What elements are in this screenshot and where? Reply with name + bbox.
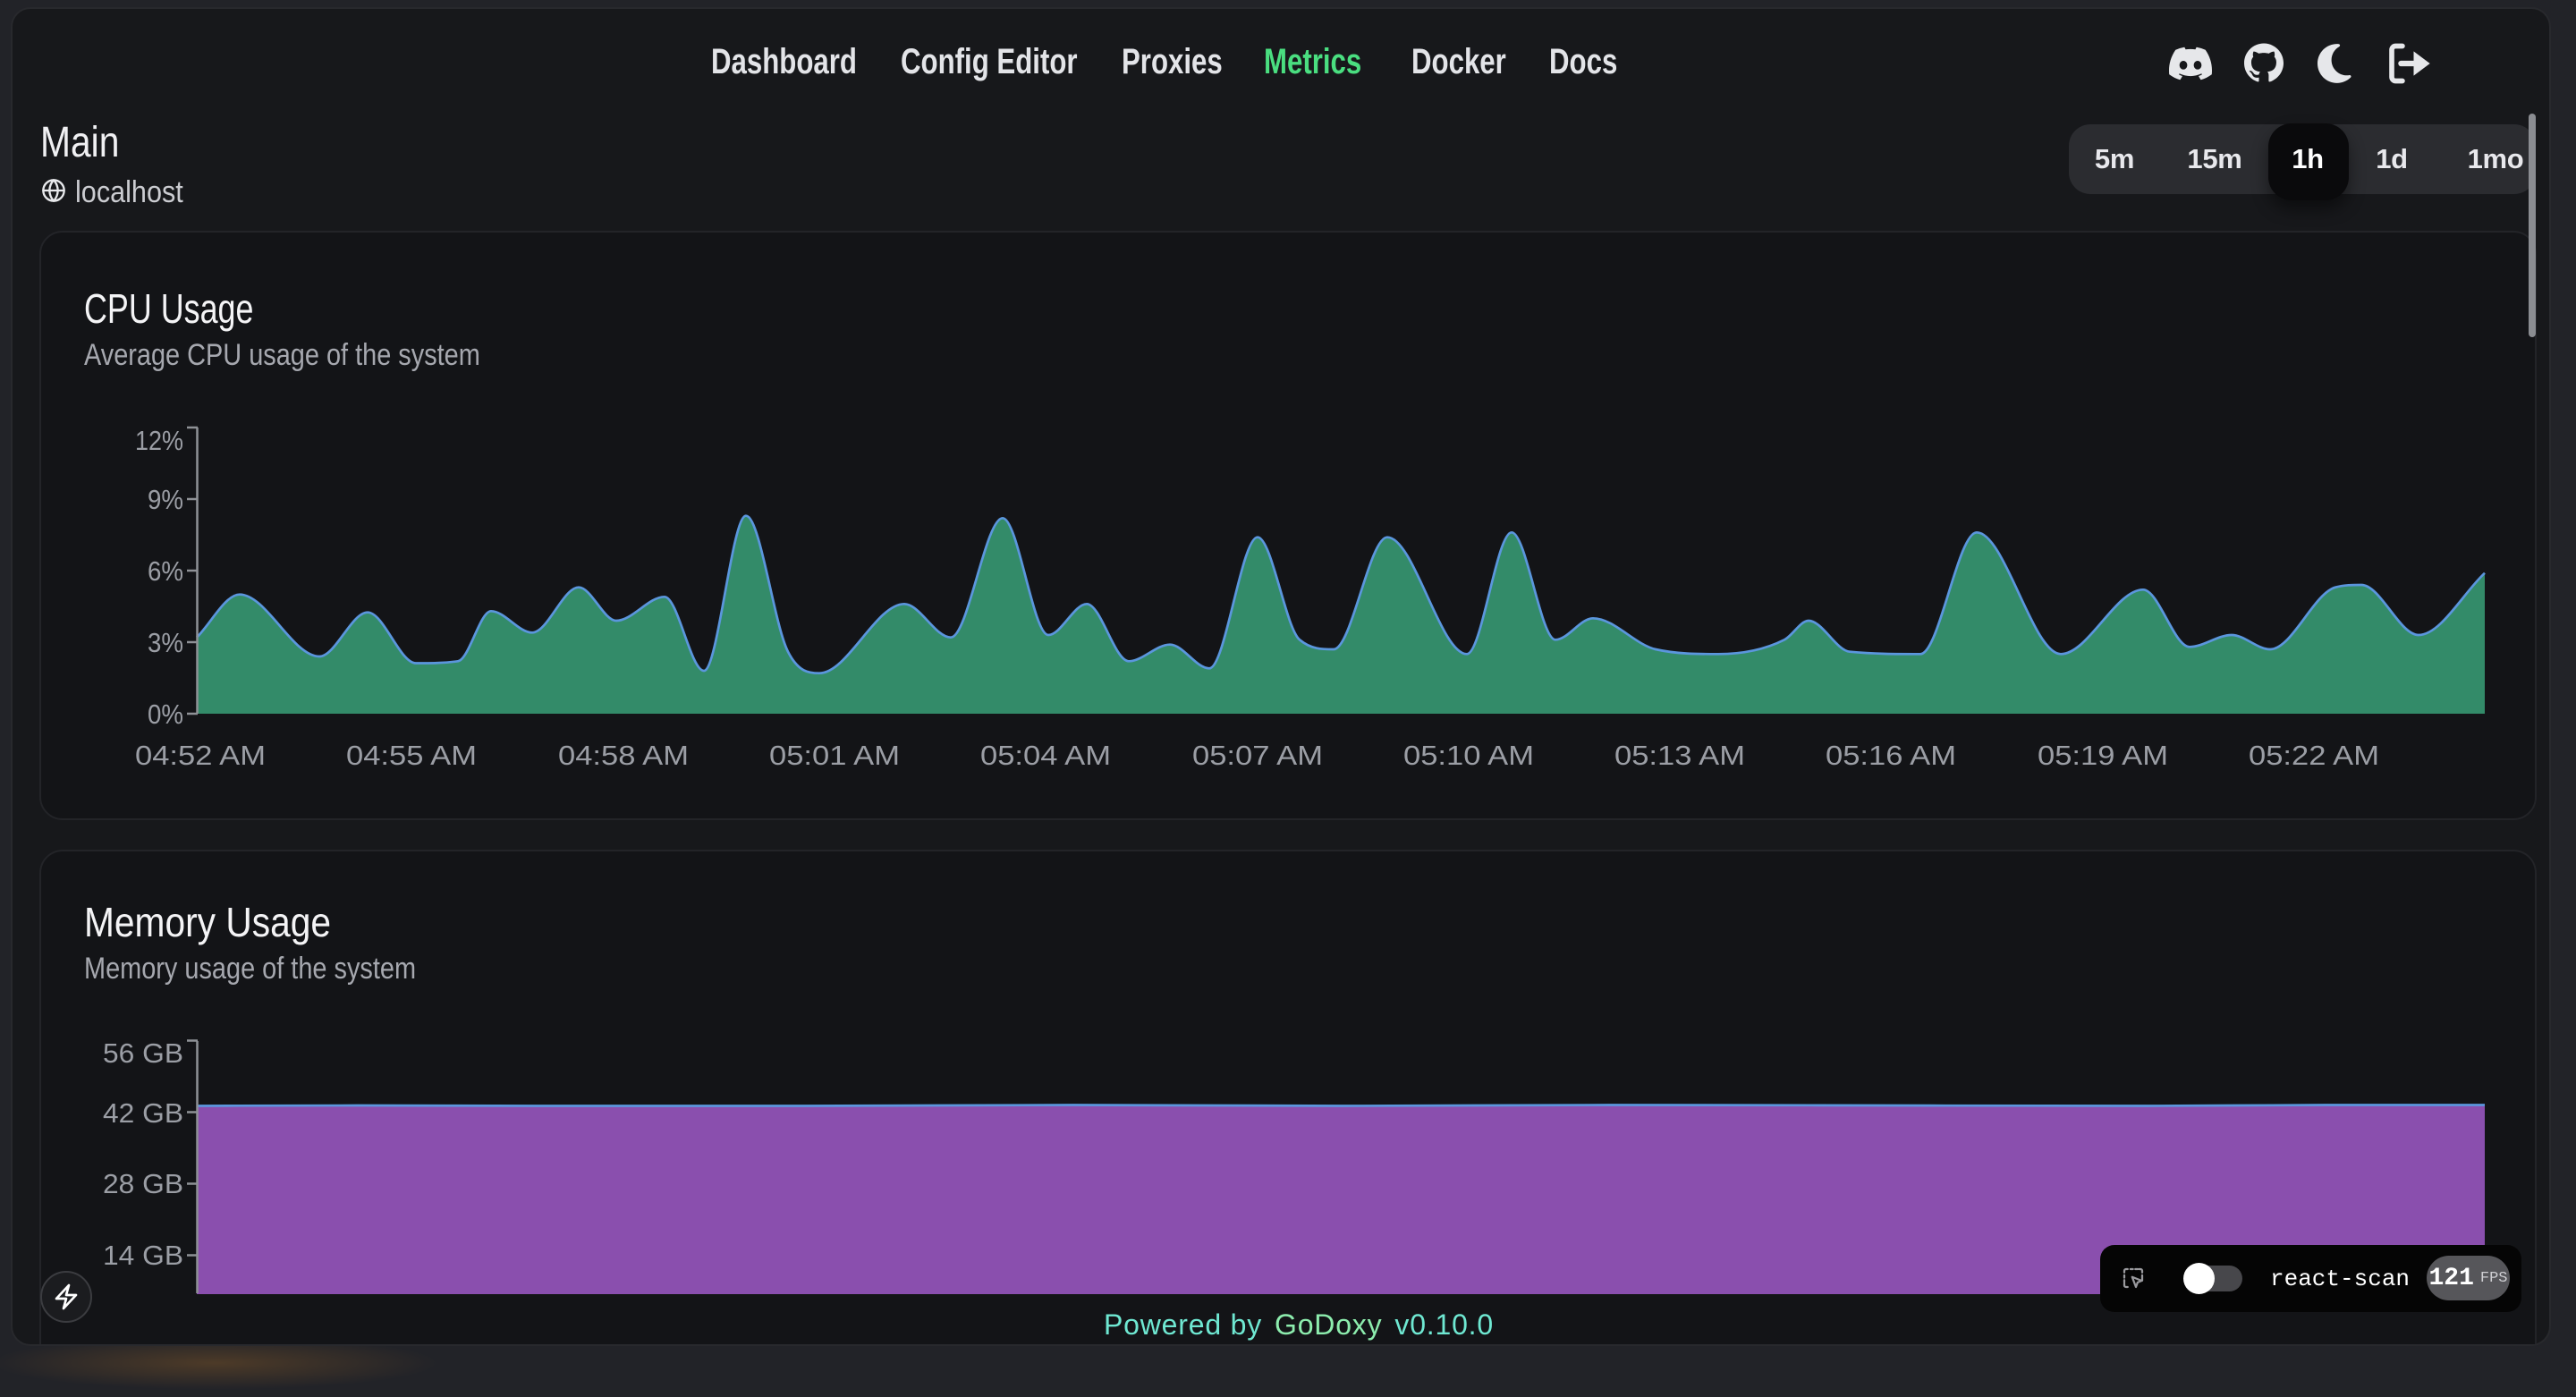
svg-text:04:55 AM: 04:55 AM (346, 740, 477, 771)
svg-text:05:07 AM: 05:07 AM (1192, 740, 1323, 771)
svg-text:12%: 12% (135, 425, 183, 456)
svg-text:05:10 AM: 05:10 AM (1403, 740, 1534, 771)
svg-text:28 GB: 28 GB (103, 1168, 183, 1199)
svg-text:3%: 3% (148, 627, 183, 658)
svg-text:0%: 0% (148, 698, 183, 730)
svg-text:14 GB: 14 GB (103, 1240, 183, 1271)
svg-text:42 GB: 42 GB (103, 1097, 183, 1129)
svg-text:05:01 AM: 05:01 AM (769, 740, 900, 771)
svg-text:05:22 AM: 05:22 AM (2249, 740, 2379, 771)
svg-text:56 GB: 56 GB (103, 1037, 183, 1069)
svg-text:04:58 AM: 04:58 AM (558, 740, 689, 771)
svg-text:05:19 AM: 05:19 AM (2038, 740, 2168, 771)
svg-text:04:52 AM: 04:52 AM (135, 740, 266, 771)
svg-text:05:13 AM: 05:13 AM (1614, 740, 1745, 771)
svg-text:9%: 9% (148, 484, 183, 515)
svg-text:6%: 6% (148, 555, 183, 587)
svg-text:05:16 AM: 05:16 AM (1826, 740, 1956, 771)
svg-text:05:04 AM: 05:04 AM (980, 740, 1111, 771)
